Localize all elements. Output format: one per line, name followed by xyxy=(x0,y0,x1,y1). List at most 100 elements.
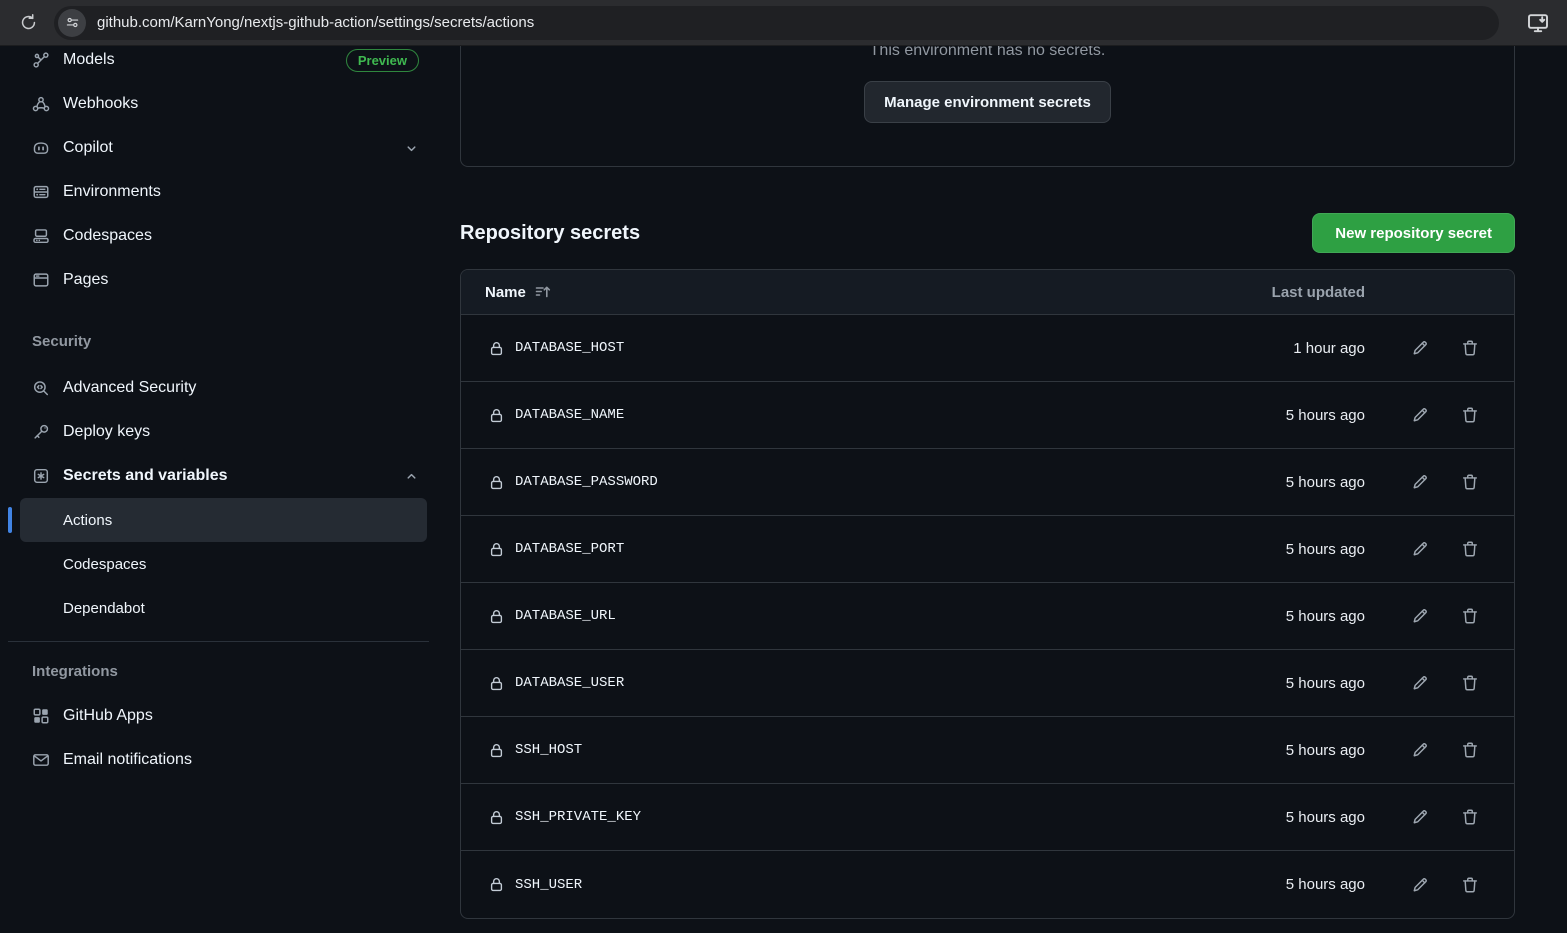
sidebar-item-secrets-and-variables[interactable]: Secrets and variables xyxy=(0,454,437,498)
chevron-down-icon xyxy=(404,141,419,156)
secret-name: SSH_USER xyxy=(515,877,582,893)
secret-name: DATABASE_PORT xyxy=(515,541,624,557)
secret-row: DATABASE_HOST 1 hour ago xyxy=(461,315,1514,382)
install-monitor-icon[interactable] xyxy=(1525,11,1551,35)
sidebar-item-label: Codespaces xyxy=(63,227,152,245)
edit-secret-button[interactable] xyxy=(1411,674,1429,692)
browser-icon xyxy=(32,271,50,289)
lock-icon xyxy=(488,608,505,625)
secret-name: DATABASE_HOST xyxy=(515,340,624,356)
server-icon xyxy=(32,183,50,201)
secret-updated: 5 hours ago xyxy=(1286,474,1365,491)
sidebar-item-webhooks[interactable]: Webhooks xyxy=(0,82,437,126)
sidebar-item-label: Secrets and variables xyxy=(63,467,228,485)
secret-updated: 5 hours ago xyxy=(1286,876,1365,893)
main-content: This environment has no secrets. Manage … xyxy=(460,46,1515,919)
delete-secret-button[interactable] xyxy=(1461,473,1479,491)
sidebar-item-label: Copilot xyxy=(63,139,113,157)
manage-environment-secrets-button[interactable]: Manage environment secrets xyxy=(864,81,1111,123)
delete-secret-button[interactable] xyxy=(1461,741,1479,759)
subitem-label: Codespaces xyxy=(63,556,146,573)
url-bar[interactable]: github.com/KarnYong/nextjs-github-action… xyxy=(54,6,1499,40)
secret-row: DATABASE_PORT 5 hours ago xyxy=(461,516,1514,583)
apps-icon xyxy=(32,707,50,725)
secret-name: SSH_HOST xyxy=(515,742,582,758)
secret-updated: 5 hours ago xyxy=(1286,608,1365,625)
browser-toolbar: github.com/KarnYong/nextjs-github-action… xyxy=(0,0,1567,46)
sidebar-section-security: Security xyxy=(0,332,437,352)
sidebar-subitem-actions[interactable]: Actions xyxy=(20,498,427,542)
delete-secret-button[interactable] xyxy=(1461,876,1479,894)
secrets-subnav: Actions Codespaces Dependabot xyxy=(0,498,437,630)
key-icon xyxy=(32,423,50,441)
sidebar-item-label: Advanced Security xyxy=(63,379,196,397)
lock-icon xyxy=(488,474,505,491)
settings-sidebar: Models Preview Webhooks xyxy=(0,46,437,782)
sidebar-item-models[interactable]: Models Preview xyxy=(0,46,437,82)
secret-name: SSH_PRIVATE_KEY xyxy=(515,809,641,825)
sidebar-subitem-dependabot[interactable]: Dependabot xyxy=(0,586,437,630)
reload-icon[interactable] xyxy=(12,7,44,39)
secret-row: SSH_PRIVATE_KEY 5 hours ago xyxy=(461,784,1514,851)
sidebar-item-codespaces[interactable]: Codespaces xyxy=(0,214,437,258)
environment-empty-message: This environment has no secrets. xyxy=(461,46,1514,61)
sidebar-item-copilot[interactable]: Copilot xyxy=(0,126,437,170)
sort-ascending-icon xyxy=(535,284,551,300)
edit-secret-button[interactable] xyxy=(1411,473,1429,491)
repository-secrets-table: Name Last updated DATABASE_HOST 1 hour a… xyxy=(460,269,1515,919)
mail-icon xyxy=(32,751,50,769)
secret-updated: 5 hours ago xyxy=(1286,675,1365,692)
delete-secret-button[interactable] xyxy=(1461,808,1479,826)
lock-icon xyxy=(488,541,505,558)
secret-name: DATABASE_PASSWORD xyxy=(515,474,658,490)
edit-secret-button[interactable] xyxy=(1411,540,1429,558)
sidebar-item-deploy-keys[interactable]: Deploy keys xyxy=(0,410,437,454)
secret-row: DATABASE_PASSWORD 5 hours ago xyxy=(461,449,1514,516)
secret-updated: 5 hours ago xyxy=(1286,809,1365,826)
copilot-icon xyxy=(32,139,50,157)
edit-secret-button[interactable] xyxy=(1411,339,1429,357)
sidebar-subitem-codespaces[interactable]: Codespaces xyxy=(0,542,437,586)
secret-row: DATABASE_NAME 5 hours ago xyxy=(461,382,1514,449)
site-info-icon[interactable] xyxy=(58,9,86,37)
lock-icon xyxy=(488,675,505,692)
sidebar-divider xyxy=(8,641,429,642)
sidebar-item-pages[interactable]: Pages xyxy=(0,258,437,302)
edit-secret-button[interactable] xyxy=(1411,876,1429,894)
sidebar-item-label: Models xyxy=(63,51,115,69)
sidebar-item-github-apps[interactable]: GitHub Apps xyxy=(0,694,437,738)
new-repository-secret-button[interactable]: New repository secret xyxy=(1312,213,1515,253)
secret-updated: 5 hours ago xyxy=(1286,541,1365,558)
delete-secret-button[interactable] xyxy=(1461,339,1479,357)
sidebar-item-environments[interactable]: Environments xyxy=(0,170,437,214)
sidebar-item-label: Deploy keys xyxy=(63,423,150,441)
sidebar-item-advanced-security[interactable]: Advanced Security xyxy=(0,366,437,410)
url-text: github.com/KarnYong/nextjs-github-action… xyxy=(97,14,534,31)
last-updated-column-header: Last updated xyxy=(1272,284,1365,301)
edit-secret-button[interactable] xyxy=(1411,607,1429,625)
edit-secret-button[interactable] xyxy=(1411,808,1429,826)
delete-secret-button[interactable] xyxy=(1461,406,1479,424)
secret-name: DATABASE_URL xyxy=(515,608,616,624)
delete-secret-button[interactable] xyxy=(1461,607,1479,625)
name-header-label: Name xyxy=(485,284,526,301)
subitem-label: Actions xyxy=(63,512,112,529)
secret-row: SSH_USER 5 hours ago xyxy=(461,851,1514,918)
settings-page: Models Preview Webhooks xyxy=(0,46,1567,933)
secret-name: DATABASE_USER xyxy=(515,675,624,691)
secret-row: SSH_HOST 5 hours ago xyxy=(461,717,1514,784)
delete-secret-button[interactable] xyxy=(1461,674,1479,692)
secret-updated: 5 hours ago xyxy=(1286,407,1365,424)
sidebar-item-email-notifications[interactable]: Email notifications xyxy=(0,738,437,782)
repository-secrets-title: Repository secrets xyxy=(460,222,640,245)
code-scan-icon xyxy=(32,379,50,397)
edit-secret-button[interactable] xyxy=(1411,406,1429,424)
secret-updated: 1 hour ago xyxy=(1293,340,1365,357)
sidebar-item-label: GitHub Apps xyxy=(63,707,153,725)
edit-secret-button[interactable] xyxy=(1411,741,1429,759)
delete-secret-button[interactable] xyxy=(1461,540,1479,558)
sidebar-item-label: Environments xyxy=(63,183,161,201)
name-column-header[interactable]: Name xyxy=(485,284,551,301)
codespaces-icon xyxy=(32,227,50,245)
table-header-row: Name Last updated xyxy=(461,270,1514,315)
